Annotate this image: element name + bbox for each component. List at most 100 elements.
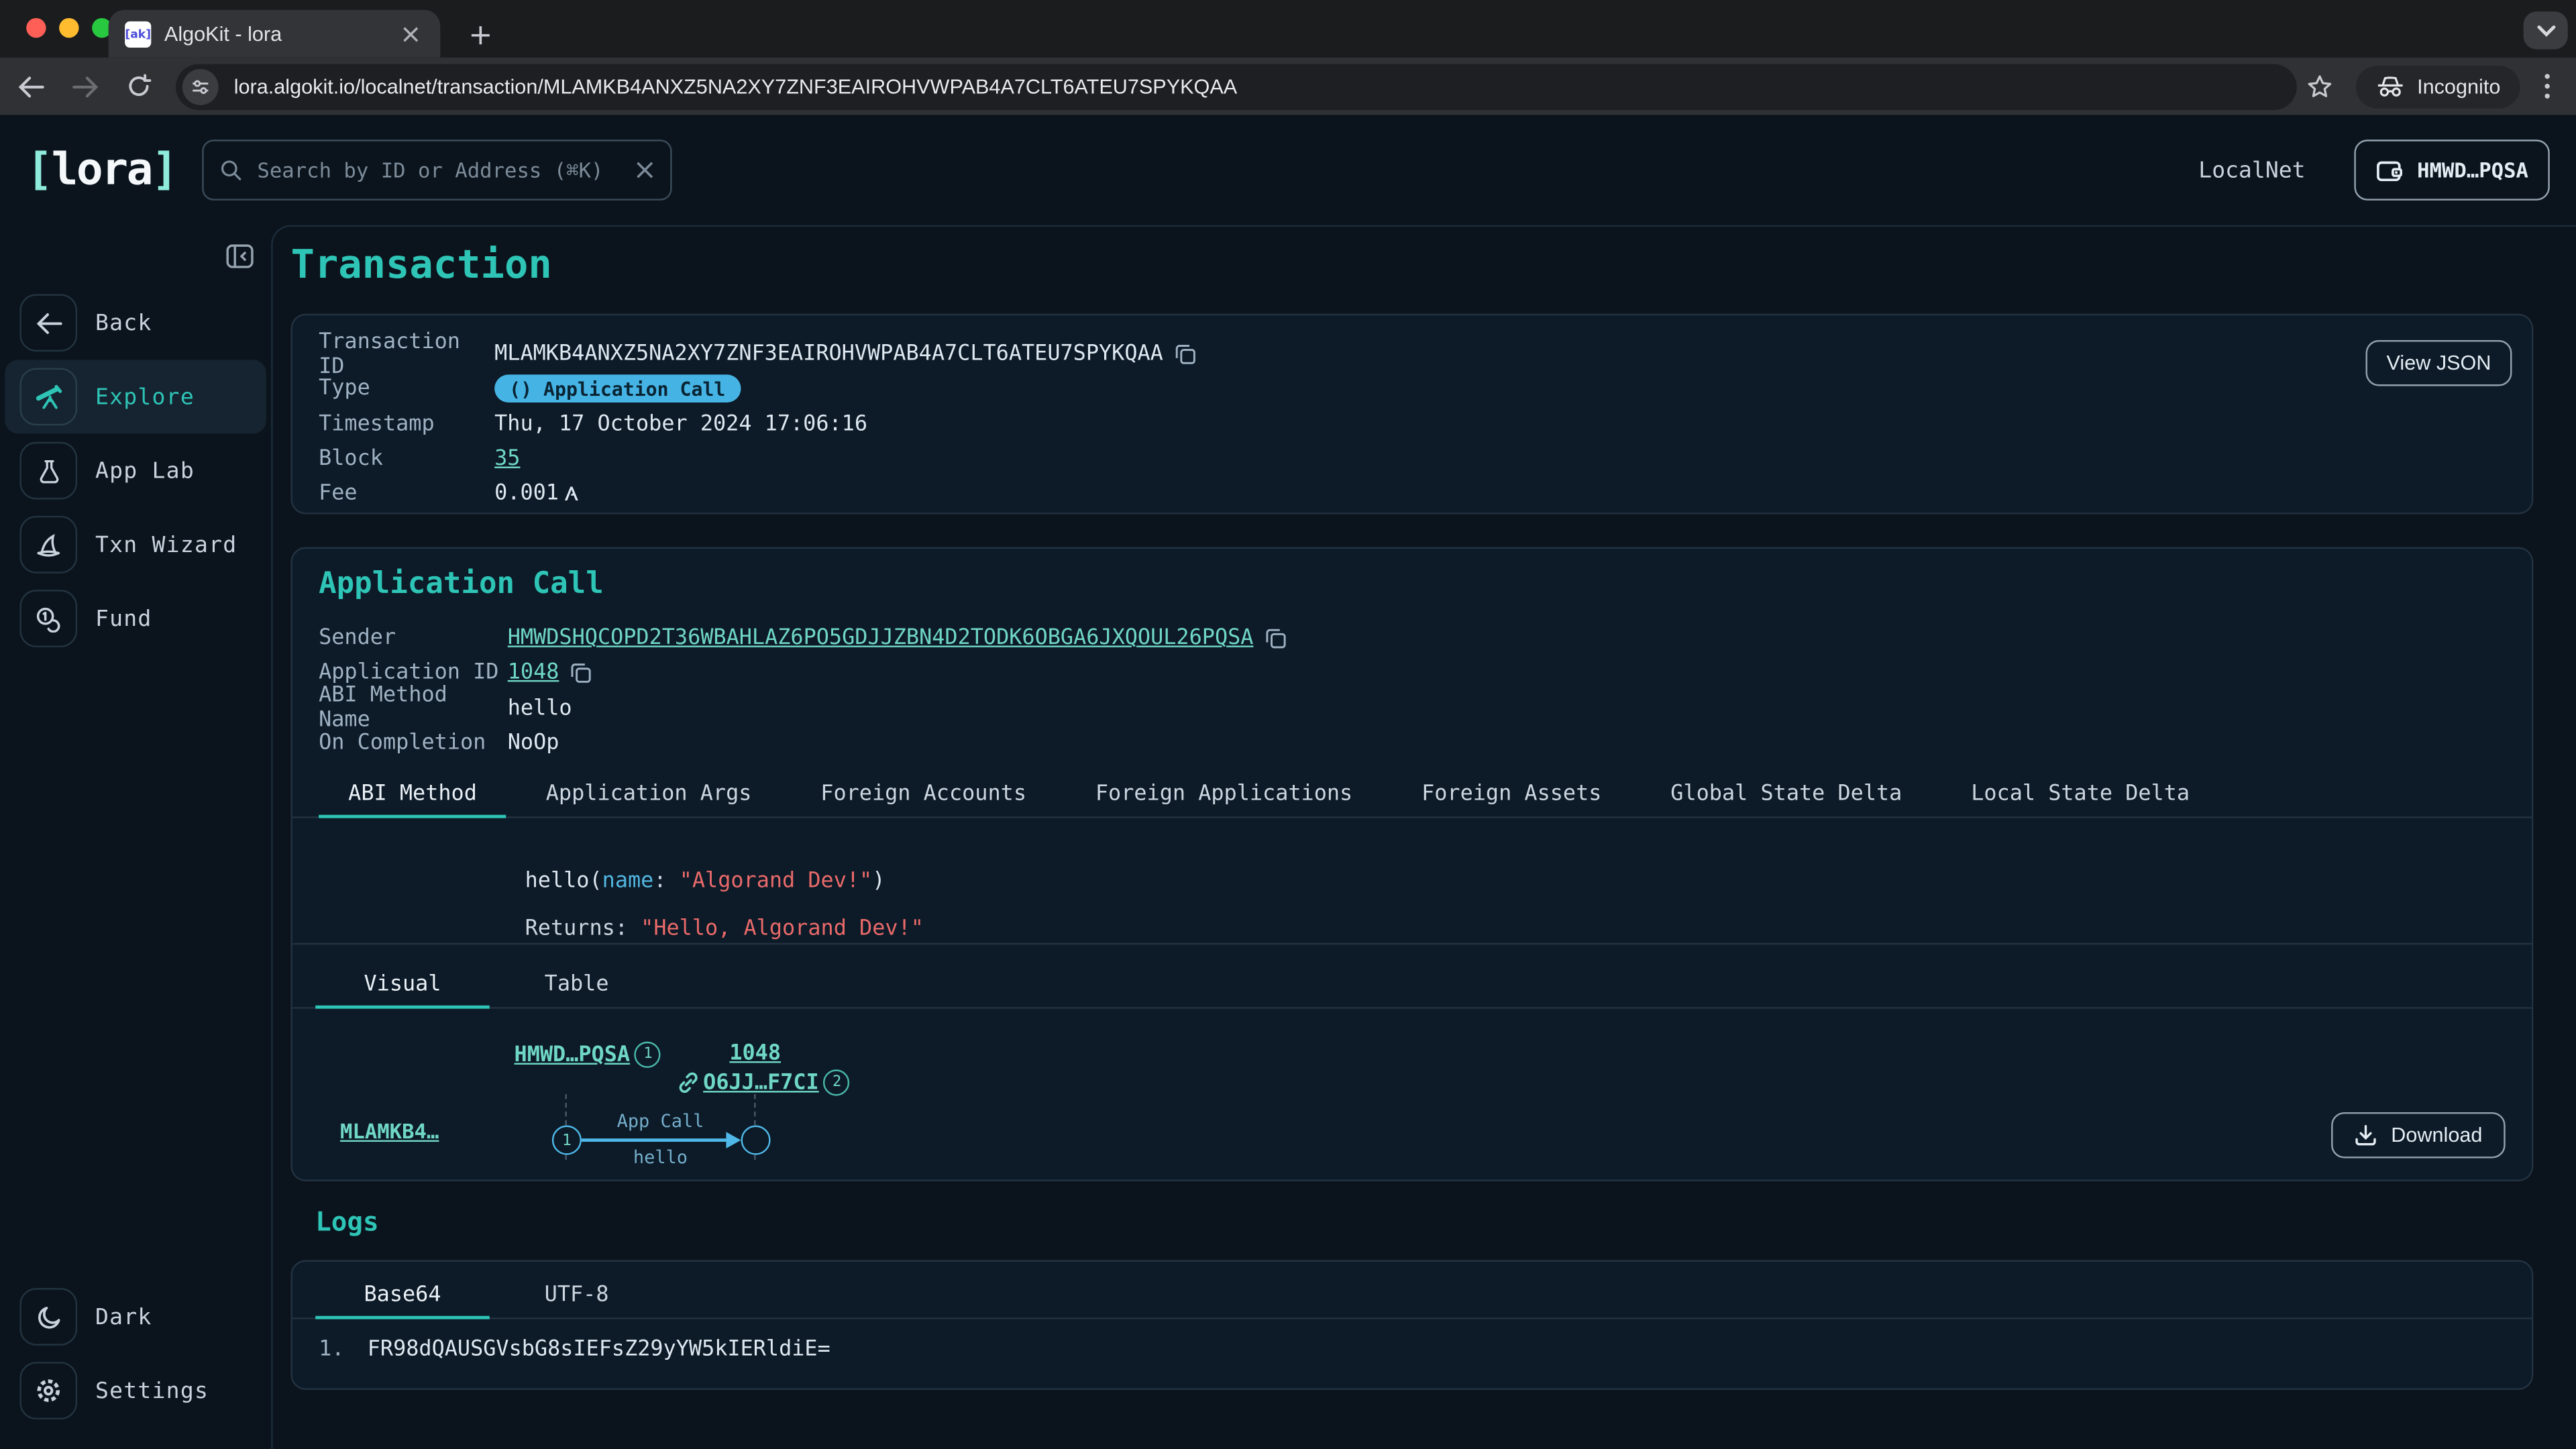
sidebar-item-back[interactable]: Back	[5, 286, 266, 360]
wallet-icon	[2376, 158, 2404, 182]
abi-returns-value: "Hello, Algorand Dev!"	[641, 917, 924, 942]
sender-link[interactable]: HMWDSHQCOPD2T36WBAHLAZ6PO5GDJJZBN4D2TODK…	[508, 626, 1254, 651]
search-input[interactable]	[254, 156, 635, 184]
log-entry-index: 1.	[319, 1337, 344, 1362]
sidebar-item-fund[interactable]: Fund	[5, 582, 266, 655]
browser-toolbar: lora.algokit.io/localnet/transaction/MLA…	[0, 58, 2576, 115]
copy-icon[interactable]	[1265, 628, 1287, 649]
visual-table-tabs: Visual Table	[292, 963, 2532, 1009]
type-badge: () Application Call	[494, 375, 740, 403]
sidebar-item-label: Back	[95, 310, 152, 336]
sidebar-item-label: Txn Wizard	[95, 531, 237, 557]
tab-local-state-delta[interactable]: Local State Delta	[1941, 772, 2219, 816]
row-label: Application ID	[319, 661, 508, 686]
tab-foreign-applications[interactable]: Foreign Applications	[1066, 772, 1383, 816]
tab-table[interactable]: Table	[490, 963, 664, 1007]
app-body: Back Explore App Lab	[0, 225, 2576, 1449]
toolbar-right: Incognito	[2297, 63, 2563, 109]
abi-method-name-row: ABI Method Name hello	[319, 691, 2506, 726]
lora-app: [ lora ] LocalNet HMWD…PQSA	[0, 115, 2576, 1449]
type-row: Type () Application Call	[319, 372, 2506, 407]
sidebar-item-label: Explore	[95, 384, 195, 410]
graph-arrowhead	[726, 1131, 741, 1147]
graph-group-column: O6JJ…F7CI 2	[677, 1069, 850, 1095]
download-icon	[2355, 1124, 2377, 1146]
graph-app-node[interactable]	[741, 1126, 770, 1155]
abi-returns-label: Returns:	[525, 917, 641, 942]
favicon-text: [ak]	[125, 27, 151, 40]
browser-menu-icon[interactable]	[2530, 63, 2563, 109]
sidebar-item-label: Settings	[95, 1377, 209, 1403]
screen: [ak] AlgoKit - lora lora.algokit.	[0, 0, 2576, 1449]
sidebar-item-txn-wizard[interactable]: Txn Wizard	[5, 508, 266, 582]
tab-favicon: [ak]	[125, 21, 151, 47]
app-header: [ lora ] LocalNet HMWD…PQSA	[0, 115, 2576, 225]
tab-global-state-delta[interactable]: Global State Delta	[1641, 772, 1931, 816]
view-json-button[interactable]: View JSON	[2366, 340, 2512, 386]
application-id-row: Application ID 1048	[319, 656, 2506, 691]
sender-row: Sender HMWDSHQCOPD2T36WBAHLAZ6PO5GDJJZBN…	[319, 621, 2506, 656]
copy-icon[interactable]	[1175, 343, 1196, 365]
search-clear-icon[interactable]	[635, 161, 653, 179]
sidebar-item-settings[interactable]: Settings	[5, 1354, 266, 1428]
graph-txn-link[interactable]: MLAMKB4…	[340, 1119, 439, 1144]
wallet-label: HMWD…PQSA	[2417, 158, 2528, 182]
wizard-hat-icon	[19, 516, 77, 574]
network-label[interactable]: LocalNet	[2198, 157, 2305, 183]
application-call-rows: Sender HMWDSHQCOPD2T36WBAHLAZ6PO5GDJJZBN…	[319, 621, 2506, 761]
new-tab-button[interactable]	[460, 15, 500, 54]
tab-search-chevron-icon[interactable]	[2524, 11, 2568, 49]
graph-group-link[interactable]: O6JJ…F7CI	[703, 1071, 819, 1095]
transaction-id-value: MLAMKB4ANXZ5NA2XY7ZNF3EAIROHVWPAB4A7CLT6…	[494, 342, 1163, 367]
sidebar-collapse-icon[interactable]	[222, 238, 258, 274]
row-label: Fee	[319, 482, 494, 506]
graph-sender-link[interactable]: HMWD…PQSA	[515, 1042, 631, 1067]
site-info-icon[interactable]	[183, 68, 219, 105]
sidebar-item-theme-toggle[interactable]: Dark	[5, 1280, 266, 1354]
telescope-icon	[19, 368, 77, 426]
moon-icon	[19, 1288, 77, 1346]
edge-method-label: hello	[633, 1146, 688, 1168]
graph-edge-line	[582, 1138, 729, 1142]
tab-application-args[interactable]: Application Args	[517, 772, 782, 816]
page-title: Transaction	[290, 241, 551, 288]
tab-close-icon[interactable]	[398, 21, 424, 47]
download-button[interactable]: Download	[2332, 1112, 2506, 1159]
graph-sender-column: HMWD…PQSA 1	[515, 1042, 661, 1068]
sidebar-item-explore[interactable]: Explore	[5, 360, 266, 433]
main-content: Transaction View JSON Transaction ID MLA…	[271, 225, 2576, 1449]
search-box[interactable]	[201, 140, 671, 201]
row-label: ABI Method Name	[319, 684, 508, 733]
tab-utf8[interactable]: UTF-8	[490, 1273, 664, 1318]
close-window-button[interactable]	[26, 18, 46, 38]
url-bar[interactable]: lora.algokit.io/localnet/transaction/MLA…	[176, 63, 2297, 109]
tab-visual[interactable]: Visual	[315, 963, 490, 1007]
reload-icon[interactable]	[116, 63, 162, 109]
link-icon	[677, 1071, 700, 1094]
tab-abi-method[interactable]: ABI Method	[319, 772, 506, 816]
minimize-window-button[interactable]	[59, 18, 78, 38]
lora-logo[interactable]: [ lora ]	[26, 145, 176, 196]
wallet-button[interactable]: HMWD…PQSA	[2355, 140, 2550, 201]
sidebar-item-app-lab[interactable]: App Lab	[5, 434, 266, 508]
logs-title: Logs	[315, 1206, 378, 1238]
forward-nav-icon[interactable]	[62, 63, 108, 109]
application-id-link[interactable]: 1048	[508, 661, 559, 686]
abi-arg-value: "Algorand Dev!"	[680, 869, 873, 894]
sidebar-item-label: App Lab	[95, 458, 195, 484]
block-link[interactable]: 35	[494, 447, 520, 472]
row-label: Sender	[319, 626, 508, 651]
sidebar: Back Explore App Lab	[0, 225, 271, 1449]
tab-foreign-accounts[interactable]: Foreign Accounts	[791, 772, 1056, 816]
row-label: Transaction ID	[319, 329, 494, 378]
copy-icon[interactable]	[571, 663, 592, 684]
browser-tab[interactable]: [ak] AlgoKit - lora	[109, 10, 441, 58]
tab-base64[interactable]: Base64	[315, 1273, 490, 1318]
row-label: Block	[319, 447, 494, 472]
tab-foreign-assets[interactable]: Foreign Assets	[1392, 772, 1631, 816]
graph-app-link[interactable]: 1048	[729, 1042, 781, 1067]
incognito-badge: Incognito	[2356, 65, 2520, 108]
back-nav-icon[interactable]	[8, 63, 54, 109]
graph-sender-node[interactable]: 1	[552, 1126, 582, 1155]
bookmark-star-icon[interactable]	[2297, 63, 2343, 109]
